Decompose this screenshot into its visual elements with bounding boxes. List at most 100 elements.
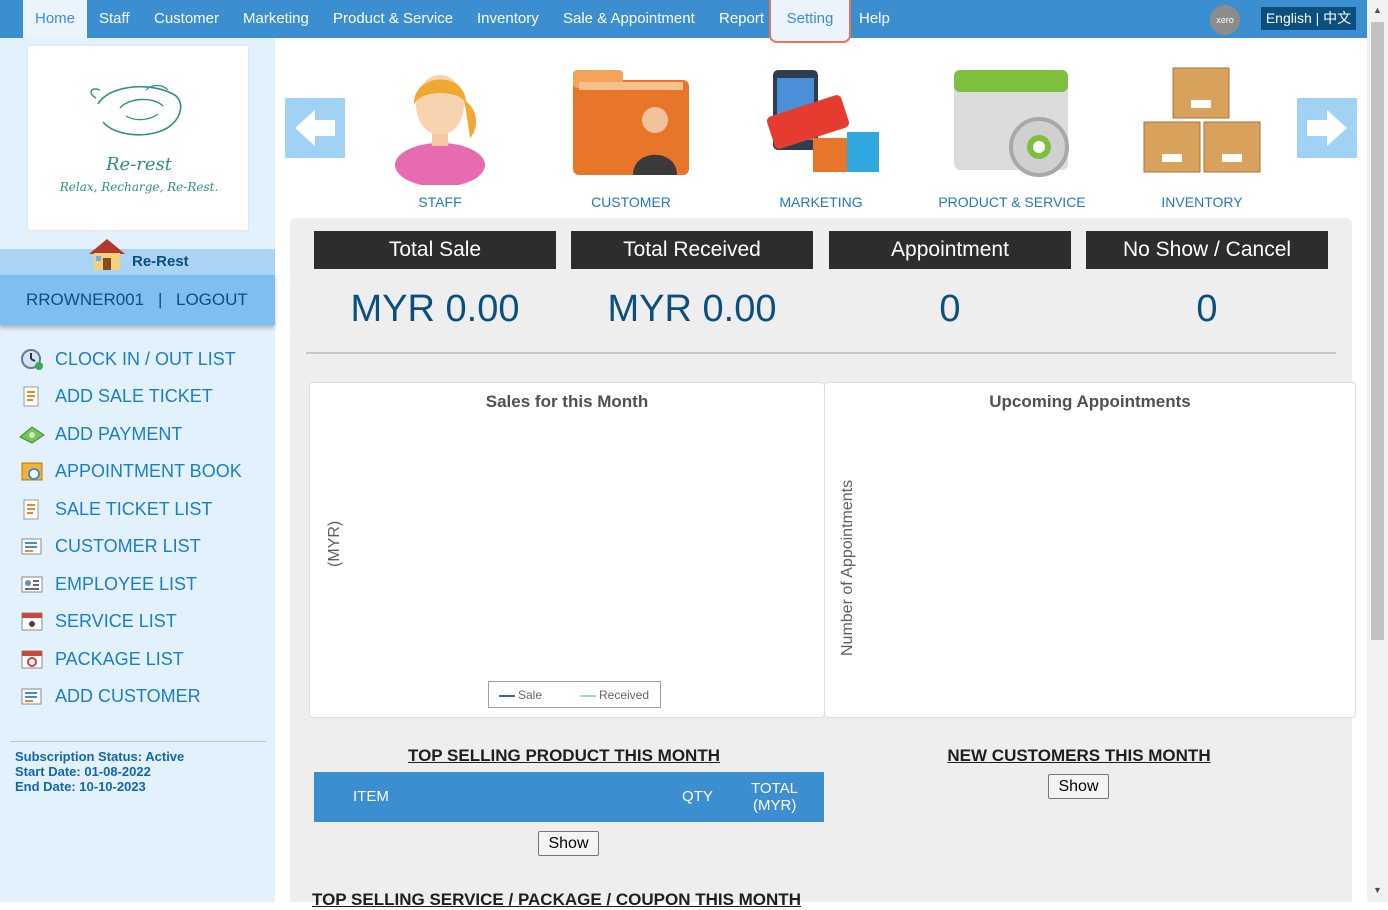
sidebar-item-label: ADD CUSTOMER bbox=[55, 685, 201, 706]
inventory-boxes-icon bbox=[1143, 67, 1261, 173]
sidebar: Re-rest Relax, Recharge, Re-Rest. Re-Res… bbox=[0, 38, 275, 902]
nav-help[interactable]: Help bbox=[859, 0, 890, 38]
stat-total-received-header: Total Received bbox=[571, 231, 813, 269]
sidebar-item-appointment-book[interactable]: APPOINTMENT BOOK bbox=[18, 456, 242, 486]
stats-divider bbox=[306, 352, 1336, 354]
module-customer[interactable]: CUSTOMER bbox=[546, 60, 716, 215]
user-bar: RROWNER001 | LOGOUT bbox=[0, 275, 275, 325]
column-item: ITEM bbox=[353, 788, 389, 805]
nav-inventory[interactable]: Inventory bbox=[477, 0, 539, 38]
appointments-chart-y-label: Number of Appointments bbox=[839, 479, 856, 656]
sidebar-item-label: CUSTOMER LIST bbox=[55, 535, 201, 556]
username: RROWNER001 bbox=[26, 290, 145, 309]
module-inventory[interactable]: INVENTORY bbox=[1117, 60, 1287, 215]
sales-chart-title: Sales for this Month bbox=[485, 392, 649, 411]
scroll-thumb[interactable] bbox=[1371, 22, 1384, 640]
sidebar-item-clock-in-out[interactable]: CLOCK IN / OUT LIST bbox=[18, 344, 236, 374]
sale-ticket-list-icon bbox=[18, 496, 46, 522]
legend-received-label: Received bbox=[599, 688, 650, 702]
stat-total-sale-value: MYR 0.00 bbox=[350, 288, 520, 330]
module-staff[interactable]: STAFF bbox=[355, 60, 525, 215]
logo-title: Re-rest bbox=[105, 154, 172, 175]
page-scrollbar[interactable]: ▲ ▼ bbox=[1367, 0, 1388, 902]
nav-home[interactable]: Home bbox=[23, 0, 88, 38]
money-icon bbox=[18, 421, 46, 447]
sidebar-item-add-sale-ticket[interactable]: ADD SALE TICKET bbox=[18, 381, 213, 411]
stat-appointment-header: Appointment bbox=[829, 231, 1071, 269]
nav-setting[interactable]: Setting bbox=[769, 0, 851, 43]
sidebar-item-label: ADD SALE TICKET bbox=[55, 385, 213, 406]
sales-chart-legend: Sale Received bbox=[488, 681, 661, 708]
sidebar-item-package-list[interactable]: PACKAGE LIST bbox=[18, 644, 184, 674]
marketing-open-icon bbox=[766, 70, 879, 172]
module-marketing[interactable]: MARKETING bbox=[736, 60, 906, 215]
legend-received-swatch bbox=[580, 695, 596, 697]
stat-total-received-value: MYR 0.00 bbox=[607, 288, 777, 330]
nav-report[interactable]: Report bbox=[719, 0, 764, 38]
language-switch[interactable]: English | 中文 bbox=[1261, 7, 1356, 30]
xero-icon[interactable]: xero bbox=[1210, 5, 1240, 35]
shop-bar: Re-Rest bbox=[0, 239, 275, 275]
customer-list-icon bbox=[18, 533, 46, 559]
module-label: INVENTORY bbox=[1161, 194, 1243, 210]
sidebar-item-add-customer[interactable]: ADD CUSTOMER bbox=[18, 681, 201, 711]
sidebar-item-sale-ticket-list[interactable]: SALE TICKET LIST bbox=[18, 494, 212, 524]
nav-customer[interactable]: Customer bbox=[154, 0, 219, 38]
nav-marketing[interactable]: Marketing bbox=[243, 0, 309, 38]
scroll-up-arrow-icon[interactable]: ▲ bbox=[1372, 4, 1383, 16]
logo-tagline: Relax, Recharge, Re-Rest. bbox=[59, 180, 219, 194]
sales-chart-y-label: (MYR) bbox=[326, 520, 343, 567]
sidebar-item-employee-list[interactable]: EMPLOYEE LIST bbox=[18, 569, 197, 599]
appointment-book-icon bbox=[18, 458, 46, 484]
sidebar-item-label: EMPLOYEE LIST bbox=[55, 573, 198, 594]
sidebar-item-label: PACKAGE LIST bbox=[55, 648, 184, 669]
module-product-service[interactable]: PRODUCT & SERVICE bbox=[927, 60, 1097, 215]
house-icon bbox=[89, 239, 125, 270]
new-customers-title: NEW CUSTOMERS THIS MONTH bbox=[947, 746, 1211, 765]
top-products-title: TOP SELLING PRODUCT THIS MONTH bbox=[408, 746, 720, 765]
add-customer-icon bbox=[18, 683, 46, 709]
top-products-table-header: ITEM QTY TOTAL (MYR) bbox=[314, 772, 824, 822]
carousel-prev-button[interactable] bbox=[285, 98, 345, 158]
user-separator: | bbox=[158, 290, 163, 309]
subscription-status: Subscription Status: Active bbox=[15, 749, 185, 764]
new-customers-show-button[interactable]: Show bbox=[1048, 774, 1109, 799]
sales-chart: Sales for this Month (MYR) Sale Received bbox=[309, 382, 825, 718]
logout-link[interactable]: LOGOUT bbox=[176, 275, 248, 325]
employee-list-icon bbox=[18, 571, 46, 597]
top-products-show-button[interactable]: Show bbox=[538, 831, 599, 856]
sidebar-item-customer-list[interactable]: CUSTOMER LIST bbox=[18, 531, 201, 561]
subscription-end-date: End Date: 10-10-2023 bbox=[15, 779, 146, 794]
stat-appointment-value: 0 bbox=[939, 288, 961, 330]
top-navigation: Home Staff Customer Marketing Product & … bbox=[0, 0, 1367, 43]
module-label: PRODUCT & SERVICE bbox=[938, 194, 1086, 210]
stat-total-sale-header: Total Sale bbox=[314, 231, 556, 269]
company-logo: Re-rest Relax, Recharge, Re-Rest. bbox=[27, 45, 249, 231]
product-gear-icon bbox=[954, 70, 1069, 177]
nav-product-service[interactable]: Product & Service bbox=[333, 0, 453, 38]
shop-name: Re-Rest bbox=[132, 253, 189, 270]
subscription-start-date: Start Date: 01-08-2022 bbox=[15, 764, 151, 779]
sidebar-item-add-payment[interactable]: ADD PAYMENT bbox=[18, 419, 182, 449]
sidebar-item-label: CLOCK IN / OUT LIST bbox=[55, 348, 236, 369]
staff-icon bbox=[395, 75, 485, 185]
nav-staff[interactable]: Staff bbox=[99, 0, 130, 38]
face-line-art-icon bbox=[90, 84, 182, 136]
service-list-icon bbox=[18, 608, 46, 634]
appointments-chart-title: Upcoming Appointments bbox=[989, 392, 1191, 411]
carousel-next-button[interactable] bbox=[1297, 98, 1357, 158]
top-services-title: TOP SELLING SERVICE / PACKAGE / COUPON T… bbox=[312, 890, 801, 909]
scroll-down-arrow-icon[interactable]: ▼ bbox=[1372, 884, 1383, 896]
nav-sale-appointment[interactable]: Sale & Appointment bbox=[563, 0, 695, 38]
arrow-left-icon bbox=[295, 110, 335, 146]
customer-folder-icon bbox=[573, 70, 689, 175]
sidebar-item-label: SERVICE LIST bbox=[55, 610, 177, 631]
column-qty: QTY bbox=[682, 788, 713, 805]
legend-sale-swatch bbox=[499, 695, 515, 697]
sidebar-item-label: APPOINTMENT BOOK bbox=[55, 460, 242, 481]
sidebar-item-label: ADD PAYMENT bbox=[55, 423, 183, 444]
arrow-right-icon bbox=[1307, 110, 1347, 146]
sidebar-item-service-list[interactable]: SERVICE LIST bbox=[18, 606, 177, 636]
legend-sale-label: Sale bbox=[518, 688, 543, 702]
package-list-icon bbox=[18, 646, 46, 672]
